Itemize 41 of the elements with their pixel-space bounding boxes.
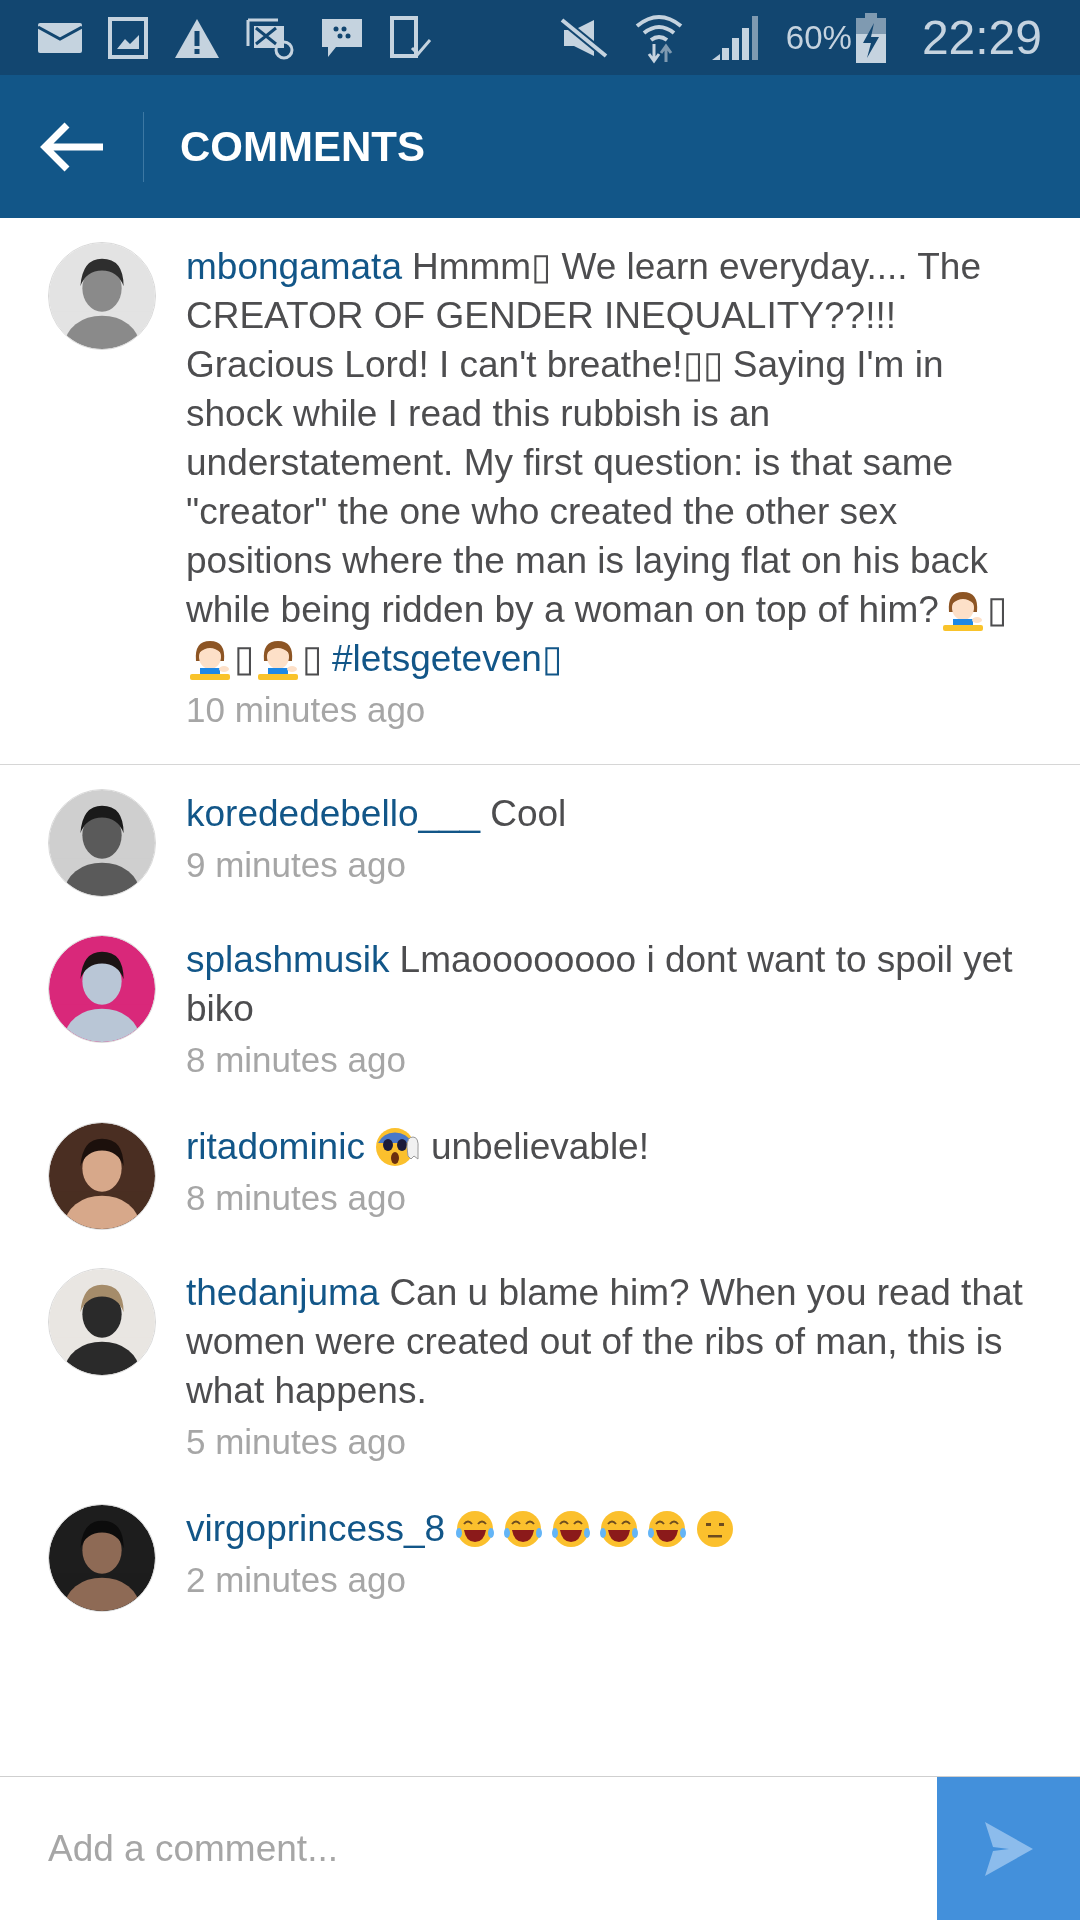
laughing-face-icon [551,1508,592,1549]
comment-text: Can u blame him? When you read that [389,1271,1023,1315]
comment-time: 5 minutes ago [186,1421,407,1463]
username-link[interactable]: splashmusik [186,935,390,984]
laughing-face-icon [503,1508,544,1549]
comment-text: ▯ [234,637,254,681]
comment-time: 2 minutes ago [186,1559,407,1601]
comment-text: Cool [490,792,567,836]
comment-text: ▯ [302,637,322,681]
mute-icon [559,15,608,60]
tablet-check-icon [390,15,432,60]
comment-input[interactable]: Add a comment... [0,1777,937,1920]
hashtag-link[interactable]: #letsgeteven▯ [332,634,562,683]
battery-percent: 60% [785,17,852,58]
username-link[interactable]: ritadominic [186,1122,365,1171]
comment-text: Lmaoooooooo i dont want to spoil yet [399,938,1013,982]
comment-text: unbelievable! [430,1125,649,1169]
laughing-face-icon [647,1508,688,1549]
send-icon [982,1819,1035,1878]
laughing-face-icon [455,1508,496,1549]
laughing-face-icon [599,1508,640,1549]
image-icon [108,16,148,59]
comment-text: biko [186,988,254,1029]
comment-text: ▯ [986,588,1007,632]
comment-time: 9 minutes ago [186,844,407,886]
comment-text: Hmmm▯ We learn everyday.... The [411,245,981,289]
comment-time: 8 minutes ago [186,1039,407,1081]
username-link[interactable]: thedanjuma [186,1268,380,1317]
comment-text: women were created out of the ribs of man, this is what happens. [186,1321,1003,1411]
mail-icon [38,22,82,53]
comment-time: 8 minutes ago [186,1177,407,1219]
comment-time: 10 minutes ago [186,689,427,731]
username-link[interactable]: virgoprincess_8 [186,1504,446,1553]
page-title: COMMENTS [180,122,425,172]
clock: 22:29 [921,9,1042,66]
neutral-face-icon [695,1508,736,1549]
chat-bubble-icon [320,16,364,59]
battery-charging-icon [855,12,886,63]
comment-text: while being ridden by a woman on top of him? [186,588,939,632]
username-link[interactable]: mbongamata [186,242,402,291]
username-link[interactable]: korededebello___ [186,789,481,838]
